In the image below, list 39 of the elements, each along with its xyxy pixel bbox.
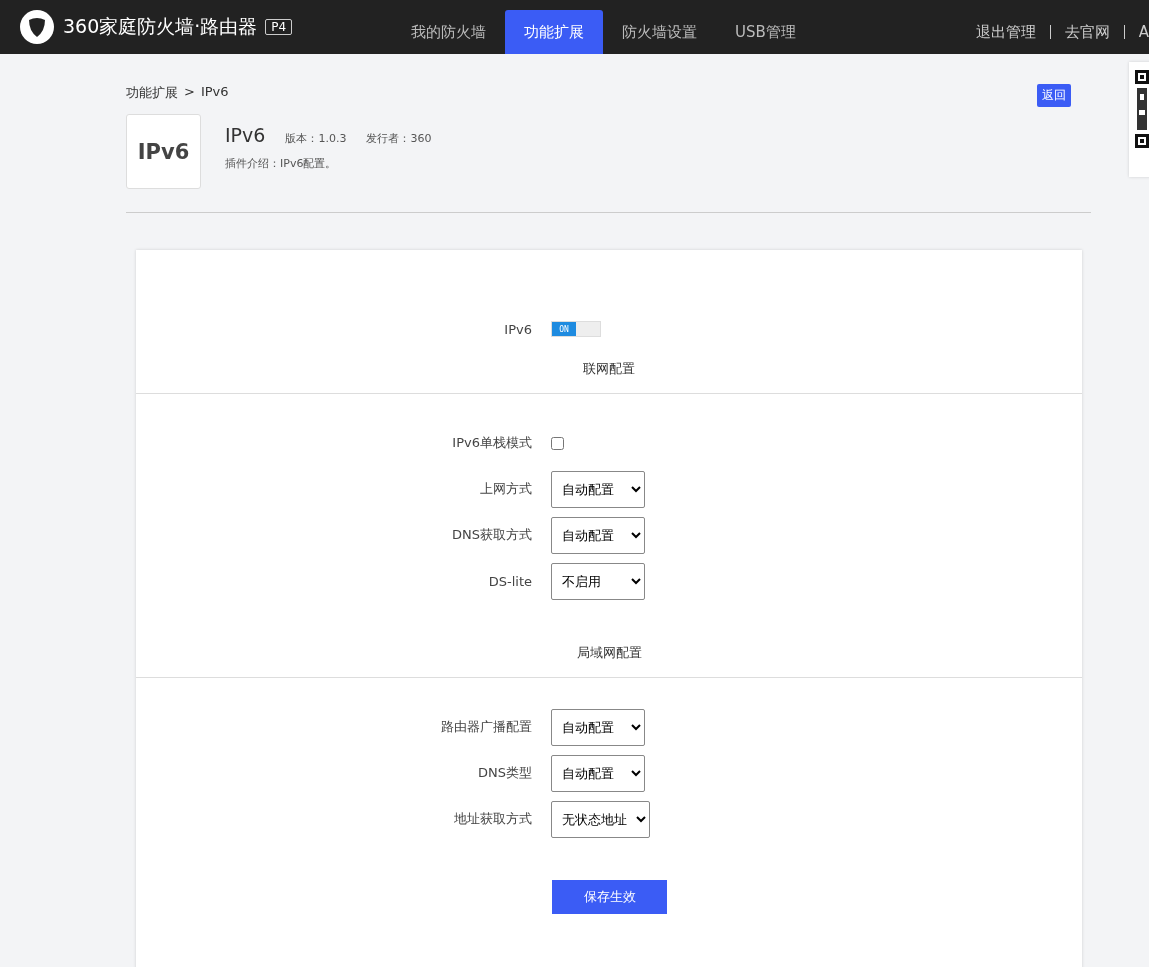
nav-tab[interactable]: 功能扩展 [505,10,603,54]
field-label: 路由器广播配置 [440,718,533,736]
plugin-name: IPv6 [225,124,266,146]
plugin-description: 插件介绍：IPv6配置。 [225,156,338,171]
nav-tab[interactable]: 我的防火墙 [392,10,505,54]
breadcrumb-separator: > [184,84,195,101]
breadcrumb-link[interactable]: 功能扩展 [126,84,178,102]
field-label: DNS类型 [477,764,533,782]
header-link[interactable]: A [1138,23,1149,41]
toggle-switch[interactable]: ON [551,321,601,337]
model-badge: P4 [265,19,293,35]
field-label: DNS获取方式 [451,526,533,544]
dropdown-select[interactable]: 自动配置 [551,708,645,746]
dropdown-select[interactable]: 自动配置 [551,754,645,792]
section-title: 局域网配置 [575,644,643,662]
dropdown-select[interactable]: 无状态地址 [551,800,650,838]
checkbox[interactable] [551,436,564,450]
save-button[interactable]: 保存生效 [552,880,667,914]
dropdown-select[interactable]: 自动配置 [551,516,645,554]
field-label: IPv6单栈模式 [451,434,533,452]
nav-tab[interactable]: USB管理 [716,10,815,54]
header-link[interactable]: 去官网 [1064,22,1110,42]
header-link[interactable]: 退出管理 [975,22,1036,42]
plugin-publisher: 发行者：360 [366,131,432,146]
breadcrumb-current: IPv6 [200,84,229,101]
toggle-label: ON [552,322,576,336]
field-label: 上网方式 [479,480,533,498]
back-button[interactable]: 返回 [1037,84,1071,107]
field-label: DS-lite [487,573,533,589]
field-label: 地址获取方式 [453,810,533,828]
section-title: 联网配置 [582,360,636,378]
dropdown-select[interactable]: 自动配置 [551,470,645,508]
nav-tab[interactable]: 防火墙设置 [603,10,716,54]
shield-logo-icon [19,9,55,45]
plugin-logo: IPv6 [126,114,201,189]
brand-name: 360家庭防火墙·路由器 [63,14,258,39]
field-label: IPv6 [503,321,533,337]
plugin-version: 版本：1.0.3 [285,131,347,146]
dropdown-select[interactable]: 不启用 [551,562,645,600]
